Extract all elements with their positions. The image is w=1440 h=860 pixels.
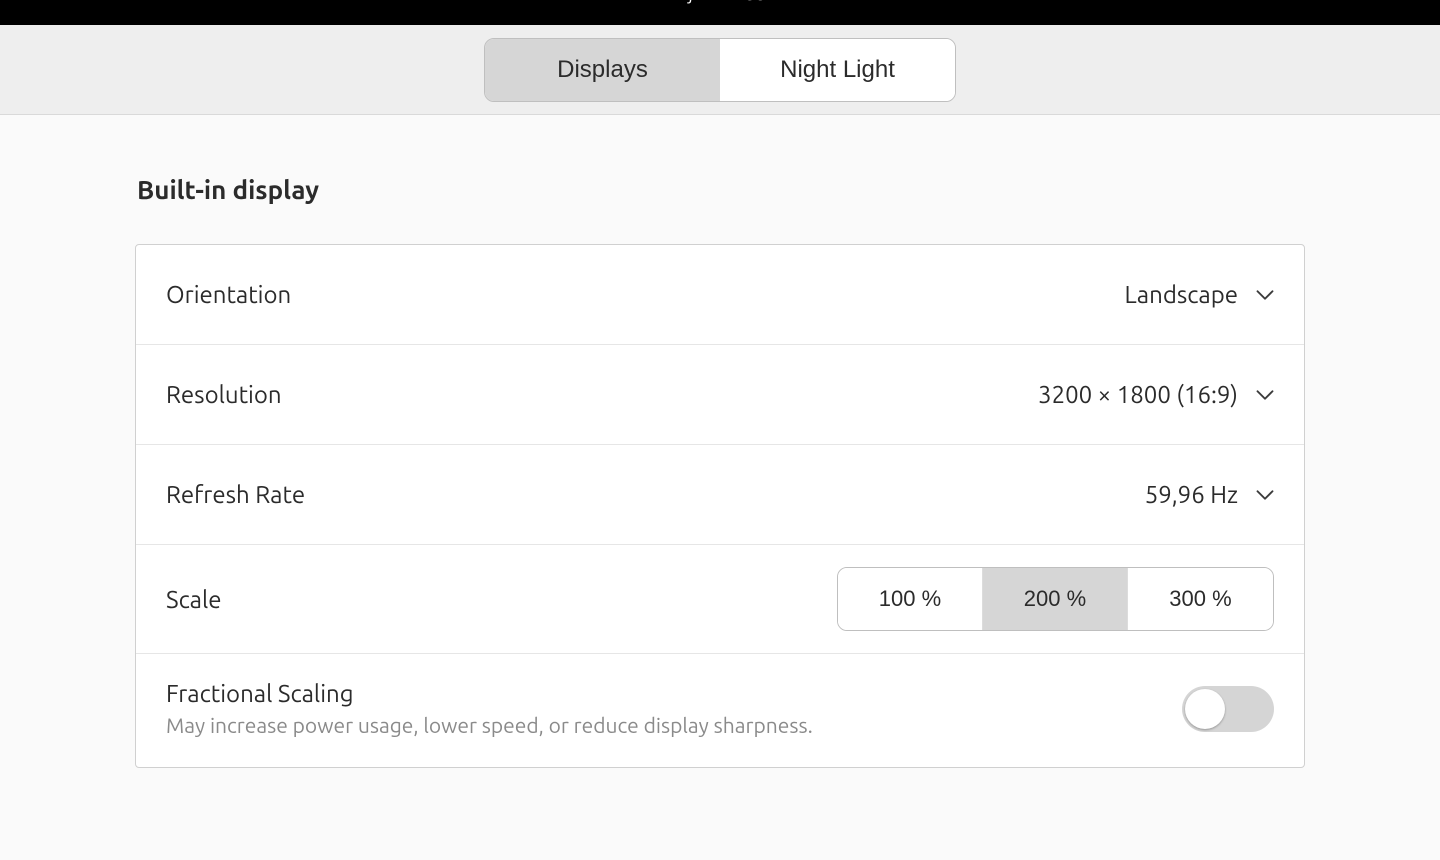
label-resolution: Resolution (166, 381, 282, 408)
value-refresh-rate: 59,96 Hz (1145, 481, 1238, 508)
content-area: Built-in display Orientation Landscape R… (0, 115, 1440, 768)
header: Displays Night Light (0, 25, 1440, 115)
row-fractional-scaling: Fractional Scaling May increase power us… (136, 654, 1304, 767)
fractional-scaling-toggle[interactable] (1182, 686, 1274, 732)
tab-switch-displays-nightlight: Displays Night Light (484, 38, 956, 102)
label-orientation: Orientation (166, 281, 291, 308)
panel-title-built-in-display: Built-in display (135, 175, 1305, 204)
label-refresh-rate: Refresh Rate (166, 481, 305, 508)
scale-option-100[interactable]: 100 % (838, 568, 983, 630)
row-resolution[interactable]: Resolution 3200 × 1800 (16:9) (136, 345, 1304, 445)
value-resolution: 3200 × 1800 (16:9) (1038, 381, 1238, 408)
row-refresh-rate[interactable]: Refresh Rate 59,96 Hz (136, 445, 1304, 545)
chevron-down-icon (1256, 286, 1274, 304)
scale-option-300[interactable]: 300 % (1128, 568, 1273, 630)
top-bar: 1 jun 17:33 (0, 0, 1440, 25)
row-orientation[interactable]: Orientation Landscape (136, 245, 1304, 345)
label-scale: Scale (166, 586, 222, 613)
chevron-down-icon (1256, 486, 1274, 504)
scale-segmented-control: 100 % 200 % 300 % (837, 567, 1274, 631)
tab-displays[interactable]: Displays (485, 39, 720, 101)
label-fractional-scaling: Fractional Scaling (166, 680, 813, 707)
clock: 1 jun 17:33 (673, 0, 767, 4)
subtitle-fractional-scaling: May increase power usage, lower speed, o… (166, 713, 813, 737)
row-scale: Scale 100 % 200 % 300 % (136, 545, 1304, 654)
display-settings-card: Orientation Landscape Resolution 3200 × … (135, 244, 1305, 768)
switch-handle (1185, 689, 1225, 729)
value-orientation: Landscape (1125, 281, 1238, 308)
chevron-down-icon (1256, 386, 1274, 404)
scale-option-200[interactable]: 200 % (983, 568, 1128, 630)
tab-night-light[interactable]: Night Light (720, 39, 955, 101)
